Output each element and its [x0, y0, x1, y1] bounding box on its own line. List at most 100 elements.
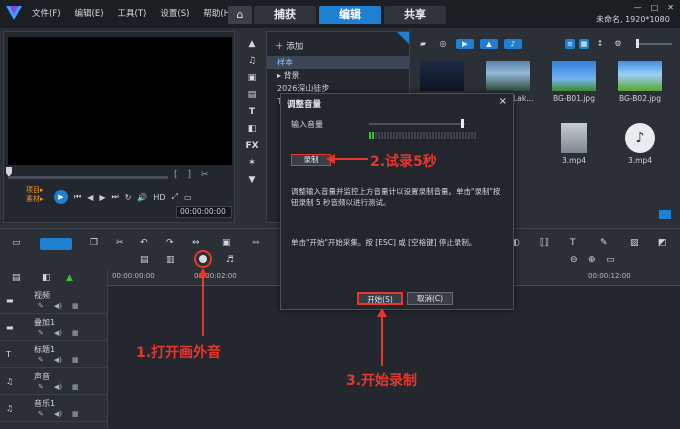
minimize-icon[interactable]: —: [634, 3, 642, 12]
transition-icon[interactable]: ▤: [248, 90, 257, 100]
input-volume-slider[interactable]: [369, 123, 465, 125]
add-marker-icon[interactable]: ▲: [66, 273, 73, 283]
scissors-icon[interactable]: ✂: [116, 238, 124, 248]
record-test-button[interactable]: 录制: [291, 154, 331, 166]
collapse-up-icon[interactable]: ▲: [249, 39, 256, 49]
thumbnail-zoom-slider[interactable]: [638, 43, 672, 45]
menu-settings[interactable]: 设置(S): [160, 7, 189, 19]
title-3d-icon[interactable]: T: [570, 238, 576, 248]
library-item-samples[interactable]: 样本: [267, 56, 409, 69]
storyboard-view-icon[interactable]: ▭: [12, 238, 21, 248]
mode-project[interactable]: 项目▸: [26, 186, 44, 195]
next-frame-icon[interactable]: ▶: [99, 193, 105, 202]
filter-photo-icon[interactable]: ▲: [480, 39, 498, 49]
repeat-icon[interactable]: ↻: [125, 193, 132, 202]
mode-clip[interactable]: 素材▸: [26, 195, 44, 204]
go-start-icon[interactable]: ⏮: [74, 192, 81, 202]
filter-audio-icon[interactable]: ♪: [504, 39, 522, 49]
menu-tools[interactable]: 工具(T): [118, 7, 147, 19]
track-header[interactable]: ♫ 音乐1 ✎ ◀) ▦: [0, 396, 108, 422]
play-button[interactable]: ▶: [54, 190, 68, 204]
title-icon[interactable]: T: [249, 107, 255, 117]
go-end-icon[interactable]: ⏭: [112, 192, 119, 202]
collapse-down-icon[interactable]: ▼: [249, 175, 256, 185]
track-mute-icon[interactable]: ◀): [54, 302, 62, 310]
menu-edit[interactable]: 编辑(E): [75, 7, 104, 19]
redo-icon[interactable]: ↷: [166, 238, 174, 248]
start-button[interactable]: 开始(S): [357, 292, 403, 305]
media-thumbnail[interactable]: 3.mp4: [544, 123, 604, 175]
track-grid-icon[interactable]: ▦: [72, 356, 79, 364]
media-icon[interactable]: ♫: [248, 56, 256, 66]
chapter-icon[interactable]: ◧: [42, 273, 51, 283]
split-screen-icon[interactable]: ◩: [658, 238, 667, 248]
track-edit-icon[interactable]: ✎: [38, 410, 44, 418]
track-header[interactable]: T 标题1 ✎ ◀) ▦: [0, 342, 108, 368]
media-thumbnail[interactable]: BG-B01.jpg: [544, 61, 604, 113]
multi-cam-icon[interactable]: ▥: [166, 255, 175, 265]
zoom-in-icon[interactable]: ⊕: [588, 255, 596, 265]
mask-icon[interactable]: ▨: [630, 238, 639, 248]
cancel-button[interactable]: 取消(C): [407, 292, 453, 305]
tab-share[interactable]: 共享: [384, 6, 446, 24]
timecode-display[interactable]: 00:00:00:00: [176, 206, 232, 218]
instant-project-icon[interactable]: ▣: [248, 73, 257, 83]
dialog-close-icon[interactable]: ×: [499, 96, 507, 107]
add-folder-button[interactable]: ＋ 添加: [275, 40, 303, 52]
filter-video-icon[interactable]: ▶: [456, 39, 474, 49]
media-thumbnail[interactable]: ♪ 3.mp4: [610, 123, 670, 175]
paint-icon[interactable]: ✎: [600, 238, 608, 248]
options-icon[interactable]: ⚙: [611, 39, 625, 49]
record-icon[interactable]: ◎: [436, 39, 450, 49]
media-thumbnail[interactable]: BG-B02.jpg: [610, 61, 670, 113]
tab-edit[interactable]: 编辑: [319, 6, 381, 24]
zoom-out-icon[interactable]: ⊖: [570, 255, 578, 265]
track-edit-icon[interactable]: ✎: [38, 383, 44, 391]
record-screen-icon[interactable]: ▤: [140, 255, 149, 265]
hd-toggle[interactable]: HD: [153, 193, 165, 202]
aspect-icon[interactable]: ▭: [184, 193, 192, 202]
auto-music-icon[interactable]: ♬: [226, 255, 234, 265]
track-edit-icon[interactable]: ✎: [38, 302, 44, 310]
track-manager-icon[interactable]: ▤: [12, 273, 21, 283]
screen-icon[interactable]: ▣: [222, 238, 231, 248]
path-icon[interactable]: ✶: [248, 158, 256, 168]
track-header[interactable]: ▬ 视频 ✎ ◀) ▦: [0, 288, 108, 314]
track-grid-icon[interactable]: ▦: [72, 383, 79, 391]
motion-icon[interactable]: ⟦⟧: [540, 238, 549, 248]
home-tab[interactable]: ⌂: [228, 6, 252, 24]
mark-in-icon[interactable]: [: [174, 170, 178, 180]
fx-icon[interactable]: FX: [245, 141, 258, 151]
thumbnail-zoom-knob[interactable]: [636, 39, 639, 48]
list-view-icon[interactable]: ≡: [565, 39, 575, 49]
undo-icon[interactable]: ↶: [140, 238, 148, 248]
track-header[interactable]: ▬ 叠加1 ✎ ◀) ▦: [0, 315, 108, 341]
scrubber-bar[interactable]: [8, 176, 168, 179]
graphic-icon[interactable]: ◧: [248, 124, 257, 134]
track-edit-icon[interactable]: ✎: [38, 329, 44, 337]
copy-icon[interactable]: ❐: [90, 238, 98, 248]
grid-view-icon[interactable]: ▦: [579, 39, 589, 49]
track-grid-icon[interactable]: ▦: [72, 410, 79, 418]
track-mute-icon[interactable]: ◀): [54, 356, 62, 364]
track-mute-icon[interactable]: ◀): [54, 329, 62, 337]
folder-icon[interactable]: ▰: [416, 39, 430, 49]
sort-icon[interactable]: ↕: [593, 39, 607, 49]
volume-icon[interactable]: 🔊: [137, 193, 147, 202]
split-icon[interactable]: ✂: [201, 170, 209, 180]
library-item-backgrounds[interactable]: ▸ 背景: [267, 69, 409, 82]
track-grid-icon[interactable]: ▦: [72, 329, 79, 337]
maximize-icon[interactable]: □: [651, 3, 659, 12]
track-mute-icon[interactable]: ◀): [54, 383, 62, 391]
mark-out-icon[interactable]: ]: [188, 170, 192, 180]
menu-file[interactable]: 文件(F): [32, 7, 61, 19]
tab-capture[interactable]: 捕获: [254, 6, 316, 24]
prev-frame-icon[interactable]: ◀: [87, 193, 93, 202]
enlarge-icon[interactable]: ⤢: [172, 192, 178, 202]
fit-project-icon[interactable]: ▭: [606, 255, 615, 265]
track-header[interactable]: ♫ 声音 ✎ ◀) ▦: [0, 369, 108, 395]
close-icon[interactable]: ✕: [667, 3, 674, 12]
input-volume-knob[interactable]: [461, 119, 464, 128]
track-edit-icon[interactable]: ✎: [38, 356, 44, 364]
fit-icon[interactable]: ⇔: [192, 238, 200, 248]
